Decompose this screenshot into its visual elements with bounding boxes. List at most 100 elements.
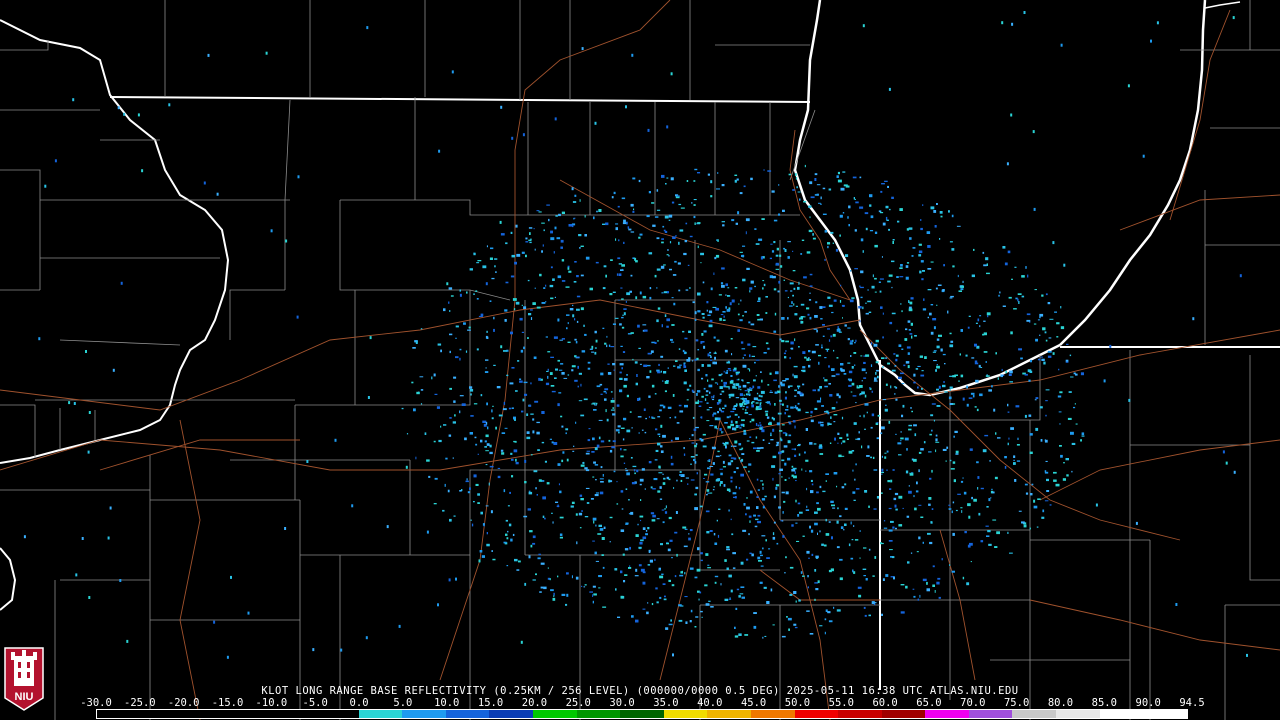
echo-pixel: [532, 418, 535, 421]
echo-pixel: [836, 357, 839, 359]
echo-pixel: [789, 357, 791, 360]
echo-pixel: [979, 393, 983, 397]
echo-pixel: [701, 313, 705, 315]
echo-pixel: [1010, 331, 1013, 335]
echo-pixel: [536, 494, 538, 496]
echo-pixel: [662, 583, 666, 585]
echo-pixel: [491, 277, 495, 280]
echo-pixel: [1013, 308, 1017, 310]
echo-pixel: [737, 329, 740, 332]
echo-pixel: [284, 527, 287, 530]
echo-pixel: [874, 277, 877, 280]
echo-pixel: [857, 586, 862, 589]
echo-pixel: [631, 615, 634, 618]
echo-pixel: [476, 262, 480, 264]
echo-pixel: [538, 211, 542, 213]
echo-pixel: [789, 305, 793, 307]
echo-pixel: [921, 278, 924, 281]
echo-pixel: [1060, 326, 1065, 330]
echo-pixel: [905, 470, 909, 474]
echo-pixel: [607, 372, 612, 375]
echo-pixel: [880, 426, 885, 430]
echo-pixel: [693, 215, 696, 219]
colorbar-segment: [968, 710, 1013, 718]
echo-pixel: [639, 233, 643, 236]
echo-pixel: [913, 495, 915, 498]
echo-pixel: [693, 199, 697, 201]
echo-pixel: [485, 450, 489, 452]
echo-pixel: [746, 267, 750, 270]
echo-pixel: [908, 428, 912, 431]
echo-pixel: [598, 209, 602, 212]
echo-pixel: [581, 510, 583, 512]
echo-pixel: [719, 407, 721, 411]
echo-pixel: [818, 354, 822, 357]
echo-pixel: [541, 302, 546, 304]
echo-pixel: [692, 416, 695, 419]
echo-pixel: [443, 308, 446, 312]
scale-label: -15.0: [211, 697, 244, 709]
echo-pixel: [942, 353, 946, 356]
echo-pixel: [1063, 462, 1065, 464]
echo-pixel: [504, 309, 508, 312]
echo-pixel: [524, 459, 527, 463]
echo-pixel: [743, 429, 746, 433]
echo-pixel: [882, 312, 884, 315]
echo-pixel: [1047, 350, 1052, 353]
echo-pixel: [975, 322, 978, 324]
echo-pixel: [869, 204, 872, 207]
echo-pixel: [807, 586, 809, 589]
echo-pixel: [710, 492, 713, 494]
echo-pixel: [592, 437, 595, 441]
echo-pixel: [810, 529, 814, 533]
echo-pixel: [516, 569, 520, 571]
echo-pixel: [729, 369, 732, 372]
echo-pixel: [686, 359, 691, 362]
echo-pixel: [968, 397, 973, 399]
echo-pixel: [871, 390, 873, 393]
echo-pixel: [833, 421, 836, 423]
echo-pixel: [799, 317, 803, 320]
echo-pixel: [779, 468, 783, 471]
echo-pixel: [732, 385, 736, 389]
echo-pixel: [1071, 470, 1073, 473]
echo-pixel: [749, 369, 751, 372]
echo-pixel: [689, 235, 693, 238]
echo-pixel: [685, 621, 688, 624]
echo-pixel: [44, 184, 47, 188]
echo-pixel: [731, 219, 735, 222]
echo-pixel: [614, 568, 618, 571]
echo-pixel: [759, 424, 762, 427]
echo-pixel: [772, 624, 775, 626]
echo-pixel: [911, 335, 913, 339]
echo-pixel: [726, 416, 730, 419]
echo-pixel: [694, 576, 698, 579]
echo-pixel: [663, 477, 666, 480]
echo-pixel: [694, 318, 697, 321]
echo-pixel: [515, 458, 517, 462]
echo-pixel: [742, 364, 747, 368]
echo-pixel: [708, 310, 713, 314]
echo-pixel: [674, 575, 677, 578]
echo-pixel: [799, 198, 801, 201]
colorbar-segment: [663, 710, 708, 718]
echo-pixel: [721, 221, 725, 223]
echo-pixel: [827, 423, 832, 425]
echo-pixel: [485, 505, 489, 507]
echo-pixel: [656, 287, 658, 289]
echo-pixel: [858, 431, 860, 434]
echo-pixel: [724, 598, 729, 601]
echo-pixel: [585, 487, 590, 489]
echo-pixel: [592, 476, 595, 478]
echo-pixel: [445, 457, 448, 460]
echo-pixel: [594, 404, 597, 406]
echo-pixel: [759, 422, 761, 424]
echo-pixel: [710, 359, 713, 361]
echo-pixel: [816, 400, 821, 403]
echo-pixel: [807, 313, 810, 316]
echo-pixel: [941, 558, 943, 561]
echo-pixel: [603, 265, 607, 268]
echo-pixel: [787, 457, 791, 461]
echo-pixel: [798, 346, 800, 348]
echo-pixel: [625, 105, 627, 109]
